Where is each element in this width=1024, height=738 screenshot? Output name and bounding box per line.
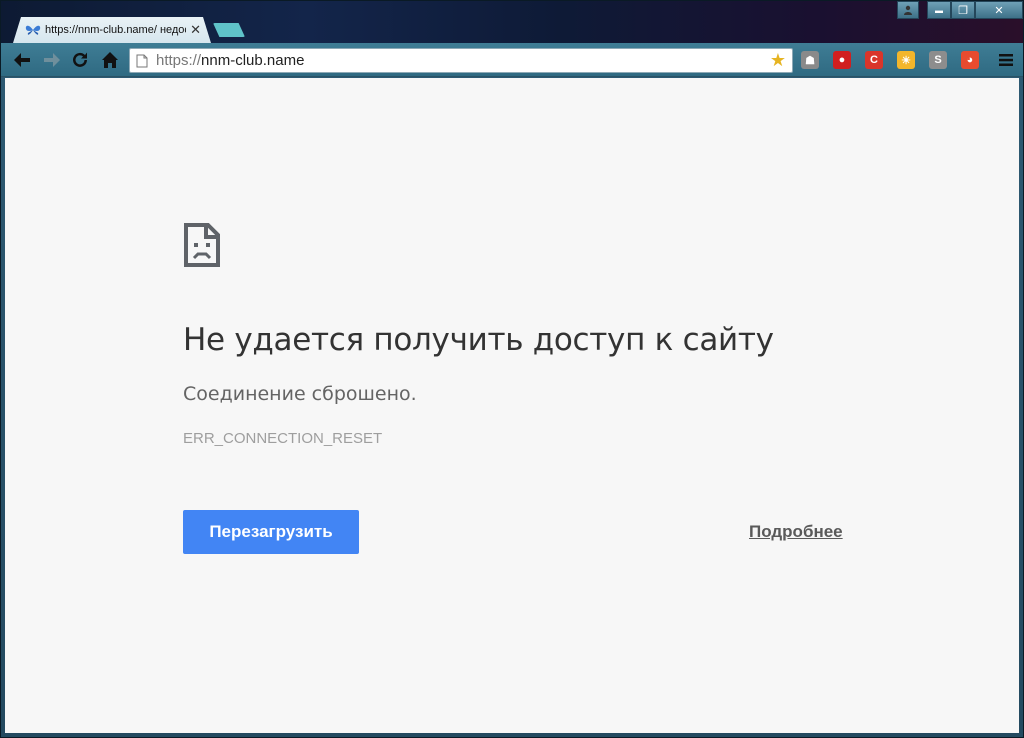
weather-ext-icon[interactable]: ☀ xyxy=(897,51,915,69)
reload-button[interactable]: Перезагрузить xyxy=(183,510,359,554)
error-description: Соединение сброшено. xyxy=(183,383,417,405)
page-icon xyxy=(136,54,148,67)
address-bar[interactable]: https:// nnm-club.name ★ xyxy=(129,48,793,73)
sad-page-icon xyxy=(184,223,220,267)
minimize-button[interactable]: ▬ xyxy=(927,1,951,19)
arrow-left-icon xyxy=(14,53,30,67)
bookmark-star-icon[interactable]: ★ xyxy=(770,50,786,71)
hamburger-menu-icon xyxy=(999,54,1013,66)
page-content: Не удается получить доступ к сайту Соеди… xyxy=(5,78,1019,733)
arrow-right-icon xyxy=(44,53,60,67)
tab-active[interactable]: https://nnm-club.name/ недоступен ✕ xyxy=(13,17,211,43)
tab-title: https://nnm-club.name/ недоступен xyxy=(45,24,185,36)
color-wheel-ext-icon[interactable]: ◕ xyxy=(961,51,979,69)
browser-window: https://nnm-club.name/ недоступен ✕ ▬ ❐ … xyxy=(0,0,1024,738)
shield-ext-icon[interactable]: ● xyxy=(833,51,851,69)
close-window-button[interactable]: ✕ xyxy=(975,1,1023,19)
title-bar: https://nnm-club.name/ недоступен ✕ ▬ ❐ … xyxy=(1,1,1023,43)
refresh-icon xyxy=(73,52,87,67)
home-button[interactable] xyxy=(99,49,121,71)
restore-button[interactable]: ❐ xyxy=(951,1,975,19)
s-ext-icon[interactable]: S xyxy=(929,51,947,69)
restore-icon: ❐ xyxy=(958,4,968,17)
home-icon xyxy=(102,52,118,68)
user-profile-button[interactable] xyxy=(897,1,919,19)
browser-toolbar: https:// nnm-club.name ★ ☗ ● C ☀ S ◕ xyxy=(1,43,1023,77)
url-scheme: https:// xyxy=(156,52,202,69)
reload-toolbar-button[interactable] xyxy=(69,49,91,71)
error-code: ERR_CONNECTION_RESET xyxy=(183,430,383,447)
ghost-ext-icon[interactable]: ☗ xyxy=(801,51,819,69)
error-title: Не удается получить доступ к сайту xyxy=(183,322,774,358)
minimize-icon: ▬ xyxy=(935,5,943,15)
menu-button[interactable] xyxy=(995,49,1017,71)
url-host: nnm-club.name xyxy=(201,52,305,69)
details-link[interactable]: Подробнее xyxy=(749,522,843,542)
new-tab-button[interactable] xyxy=(213,23,245,37)
back-button[interactable] xyxy=(11,49,33,71)
forward-button[interactable] xyxy=(41,49,63,71)
butterfly-icon xyxy=(25,23,41,37)
close-icon: ✕ xyxy=(994,4,1004,17)
tab-close-icon[interactable]: ✕ xyxy=(190,23,201,37)
c-ext-icon[interactable]: C xyxy=(865,51,883,69)
user-icon xyxy=(904,5,912,15)
